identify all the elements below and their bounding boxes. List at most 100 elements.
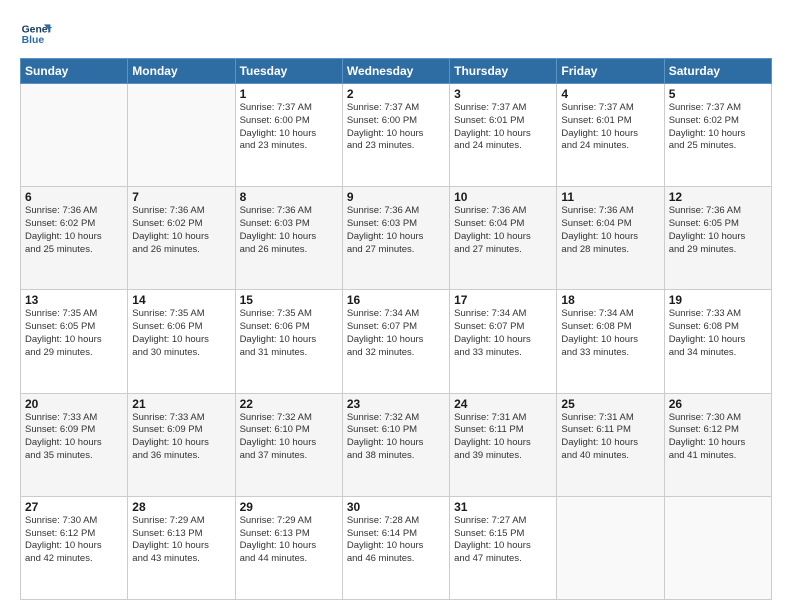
day-info: Sunrise: 7:34 AM Sunset: 6:08 PM Dayligh… — [561, 308, 659, 359]
day-number: 5 — [669, 87, 767, 101]
day-number: 16 — [347, 293, 445, 307]
day-info: Sunrise: 7:32 AM Sunset: 6:10 PM Dayligh… — [347, 412, 445, 463]
day-info: Sunrise: 7:36 AM Sunset: 6:02 PM Dayligh… — [132, 205, 230, 256]
calendar-table: SundayMondayTuesdayWednesdayThursdayFrid… — [20, 58, 772, 600]
day-number: 18 — [561, 293, 659, 307]
day-info: Sunrise: 7:36 AM Sunset: 6:04 PM Dayligh… — [454, 205, 552, 256]
day-cell: 24Sunrise: 7:31 AM Sunset: 6:11 PM Dayli… — [450, 393, 557, 496]
day-info: Sunrise: 7:33 AM Sunset: 6:09 PM Dayligh… — [25, 412, 123, 463]
day-info: Sunrise: 7:37 AM Sunset: 6:02 PM Dayligh… — [669, 102, 767, 153]
day-cell: 3Sunrise: 7:37 AM Sunset: 6:01 PM Daylig… — [450, 84, 557, 187]
day-number: 24 — [454, 397, 552, 411]
day-cell: 16Sunrise: 7:34 AM Sunset: 6:07 PM Dayli… — [342, 290, 449, 393]
day-info: Sunrise: 7:37 AM Sunset: 6:00 PM Dayligh… — [240, 102, 338, 153]
day-cell: 19Sunrise: 7:33 AM Sunset: 6:08 PM Dayli… — [664, 290, 771, 393]
day-cell: 9Sunrise: 7:36 AM Sunset: 6:03 PM Daylig… — [342, 187, 449, 290]
day-cell: 10Sunrise: 7:36 AM Sunset: 6:04 PM Dayli… — [450, 187, 557, 290]
day-number: 10 — [454, 190, 552, 204]
day-info: Sunrise: 7:31 AM Sunset: 6:11 PM Dayligh… — [561, 412, 659, 463]
day-number: 15 — [240, 293, 338, 307]
day-info: Sunrise: 7:30 AM Sunset: 6:12 PM Dayligh… — [25, 515, 123, 566]
day-info: Sunrise: 7:36 AM Sunset: 6:03 PM Dayligh… — [240, 205, 338, 256]
header: General Blue — [20, 18, 772, 50]
day-info: Sunrise: 7:37 AM Sunset: 6:01 PM Dayligh… — [454, 102, 552, 153]
day-cell: 29Sunrise: 7:29 AM Sunset: 6:13 PM Dayli… — [235, 496, 342, 599]
day-number: 13 — [25, 293, 123, 307]
day-cell: 1Sunrise: 7:37 AM Sunset: 6:00 PM Daylig… — [235, 84, 342, 187]
day-info: Sunrise: 7:37 AM Sunset: 6:01 PM Dayligh… — [561, 102, 659, 153]
day-cell: 6Sunrise: 7:36 AM Sunset: 6:02 PM Daylig… — [21, 187, 128, 290]
week-row-3: 13Sunrise: 7:35 AM Sunset: 6:05 PM Dayli… — [21, 290, 772, 393]
weekday-header-thursday: Thursday — [450, 59, 557, 84]
day-info: Sunrise: 7:37 AM Sunset: 6:00 PM Dayligh… — [347, 102, 445, 153]
day-number: 14 — [132, 293, 230, 307]
day-info: Sunrise: 7:33 AM Sunset: 6:09 PM Dayligh… — [132, 412, 230, 463]
day-cell: 30Sunrise: 7:28 AM Sunset: 6:14 PM Dayli… — [342, 496, 449, 599]
day-info: Sunrise: 7:36 AM Sunset: 6:03 PM Dayligh… — [347, 205, 445, 256]
day-info: Sunrise: 7:36 AM Sunset: 6:04 PM Dayligh… — [561, 205, 659, 256]
day-info: Sunrise: 7:33 AM Sunset: 6:08 PM Dayligh… — [669, 308, 767, 359]
day-number: 11 — [561, 190, 659, 204]
day-number: 25 — [561, 397, 659, 411]
day-number: 30 — [347, 500, 445, 514]
day-number: 23 — [347, 397, 445, 411]
day-info: Sunrise: 7:34 AM Sunset: 6:07 PM Dayligh… — [454, 308, 552, 359]
day-number: 21 — [132, 397, 230, 411]
day-cell — [557, 496, 664, 599]
day-cell: 11Sunrise: 7:36 AM Sunset: 6:04 PM Dayli… — [557, 187, 664, 290]
calendar-page: General Blue SundayMondayTuesdayWednesda… — [0, 0, 792, 612]
day-number: 29 — [240, 500, 338, 514]
day-number: 7 — [132, 190, 230, 204]
day-info: Sunrise: 7:27 AM Sunset: 6:15 PM Dayligh… — [454, 515, 552, 566]
day-number: 20 — [25, 397, 123, 411]
day-cell: 27Sunrise: 7:30 AM Sunset: 6:12 PM Dayli… — [21, 496, 128, 599]
weekday-header-tuesday: Tuesday — [235, 59, 342, 84]
day-info: Sunrise: 7:36 AM Sunset: 6:05 PM Dayligh… — [669, 205, 767, 256]
day-cell: 8Sunrise: 7:36 AM Sunset: 6:03 PM Daylig… — [235, 187, 342, 290]
day-cell: 5Sunrise: 7:37 AM Sunset: 6:02 PM Daylig… — [664, 84, 771, 187]
day-cell: 26Sunrise: 7:30 AM Sunset: 6:12 PM Dayli… — [664, 393, 771, 496]
day-info: Sunrise: 7:28 AM Sunset: 6:14 PM Dayligh… — [347, 515, 445, 566]
day-number: 2 — [347, 87, 445, 101]
weekday-header-friday: Friday — [557, 59, 664, 84]
day-info: Sunrise: 7:35 AM Sunset: 6:06 PM Dayligh… — [240, 308, 338, 359]
day-number: 19 — [669, 293, 767, 307]
day-cell: 17Sunrise: 7:34 AM Sunset: 6:07 PM Dayli… — [450, 290, 557, 393]
week-row-2: 6Sunrise: 7:36 AM Sunset: 6:02 PM Daylig… — [21, 187, 772, 290]
logo: General Blue — [20, 18, 52, 50]
day-number: 1 — [240, 87, 338, 101]
day-cell — [21, 84, 128, 187]
day-number: 28 — [132, 500, 230, 514]
day-number: 8 — [240, 190, 338, 204]
day-cell: 13Sunrise: 7:35 AM Sunset: 6:05 PM Dayli… — [21, 290, 128, 393]
day-info: Sunrise: 7:36 AM Sunset: 6:02 PM Dayligh… — [25, 205, 123, 256]
weekday-header-monday: Monday — [128, 59, 235, 84]
day-number: 27 — [25, 500, 123, 514]
day-cell: 20Sunrise: 7:33 AM Sunset: 6:09 PM Dayli… — [21, 393, 128, 496]
day-number: 31 — [454, 500, 552, 514]
day-number: 3 — [454, 87, 552, 101]
day-number: 22 — [240, 397, 338, 411]
logo-icon: General Blue — [20, 18, 52, 50]
day-cell: 22Sunrise: 7:32 AM Sunset: 6:10 PM Dayli… — [235, 393, 342, 496]
day-cell: 12Sunrise: 7:36 AM Sunset: 6:05 PM Dayli… — [664, 187, 771, 290]
day-cell: 14Sunrise: 7:35 AM Sunset: 6:06 PM Dayli… — [128, 290, 235, 393]
day-info: Sunrise: 7:32 AM Sunset: 6:10 PM Dayligh… — [240, 412, 338, 463]
weekday-header-row: SundayMondayTuesdayWednesdayThursdayFrid… — [21, 59, 772, 84]
day-number: 17 — [454, 293, 552, 307]
weekday-header-saturday: Saturday — [664, 59, 771, 84]
week-row-1: 1Sunrise: 7:37 AM Sunset: 6:00 PM Daylig… — [21, 84, 772, 187]
day-cell: 28Sunrise: 7:29 AM Sunset: 6:13 PM Dayli… — [128, 496, 235, 599]
day-cell: 23Sunrise: 7:32 AM Sunset: 6:10 PM Dayli… — [342, 393, 449, 496]
day-number: 4 — [561, 87, 659, 101]
day-cell: 15Sunrise: 7:35 AM Sunset: 6:06 PM Dayli… — [235, 290, 342, 393]
day-info: Sunrise: 7:31 AM Sunset: 6:11 PM Dayligh… — [454, 412, 552, 463]
day-info: Sunrise: 7:35 AM Sunset: 6:05 PM Dayligh… — [25, 308, 123, 359]
day-cell — [664, 496, 771, 599]
day-cell: 21Sunrise: 7:33 AM Sunset: 6:09 PM Dayli… — [128, 393, 235, 496]
day-cell: 7Sunrise: 7:36 AM Sunset: 6:02 PM Daylig… — [128, 187, 235, 290]
day-cell: 25Sunrise: 7:31 AM Sunset: 6:11 PM Dayli… — [557, 393, 664, 496]
day-info: Sunrise: 7:35 AM Sunset: 6:06 PM Dayligh… — [132, 308, 230, 359]
day-number: 9 — [347, 190, 445, 204]
day-number: 26 — [669, 397, 767, 411]
